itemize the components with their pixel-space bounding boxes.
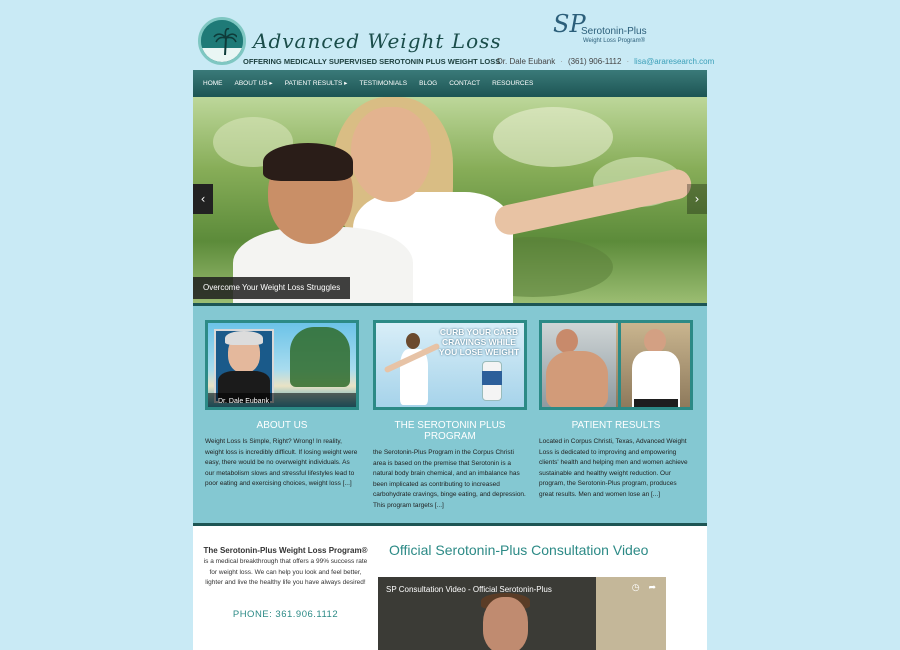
nav-item-about-us[interactable]: ABOUT US ▸ xyxy=(229,70,279,97)
sp-logo-name: Serotonin-Plus xyxy=(581,26,647,37)
hero-man-hair xyxy=(263,143,353,181)
about-us-image-caption: Dr. Dale Eubank xyxy=(218,398,269,405)
site-header: Advanced Weight Loss OFFERING MEDICALLY … xyxy=(193,0,714,70)
video-heading: Official Serotonin-Plus Consultation Vid… xyxy=(389,542,649,558)
video-presenter-face xyxy=(483,597,528,650)
nav-item-patient-results[interactable]: PATIENT RESULTS ▸ xyxy=(279,70,354,97)
slider-prev-arrow-icon[interactable]: ‹ xyxy=(193,184,213,214)
promo-block: The Serotonin-Plus Weight Loss Program® … xyxy=(203,546,368,620)
brand-title[interactable]: Advanced Weight Loss xyxy=(253,29,502,53)
doctor-name: Dr. Dale Eubank xyxy=(497,57,556,66)
serotonin-plus-logo[interactable]: SP Serotonin-Plus Weight Loss Program® xyxy=(553,10,663,48)
promo-phone[interactable]: PHONE: 361.906.1112 xyxy=(203,609,368,620)
header-phone[interactable]: (361) 906-1112 xyxy=(568,57,622,66)
palm-logo-icon[interactable] xyxy=(198,17,246,65)
video-title[interactable]: SP Consultation Video - Official Seroton… xyxy=(386,585,552,594)
slider-next-arrow-icon[interactable]: › xyxy=(687,184,707,214)
feature-about-us: Dr. Dale Eubank ABOUT US Weight Loss Is … xyxy=(205,320,359,490)
about-us-image[interactable]: Dr. Dale Eubank xyxy=(205,320,359,410)
consultation-video-player[interactable]: SP Consultation Video - Official Seroton… xyxy=(378,577,666,650)
sp-logo-subtitle: Weight Loss Program® xyxy=(583,38,646,44)
feature-serotonin-program: CURB YOUR CARB CRAVINGS WHILE YOU LOSE W… xyxy=(373,320,527,511)
feature-patient-results: PATIENT RESULTS Located in Corpus Christ… xyxy=(539,320,693,500)
serotonin-program-text: the Serotonin-Plus Program in the Corpus… xyxy=(373,449,526,509)
video-toolbar: ◷ ➦ xyxy=(632,583,656,593)
hero-woman-face xyxy=(351,107,431,202)
bottom-section: The Serotonin-Plus Weight Loss Program® … xyxy=(193,523,707,650)
serotonin-program-image[interactable]: CURB YOUR CARB CRAVINGS WHILE YOU LOSE W… xyxy=(373,320,527,410)
about-us-title[interactable]: ABOUT US xyxy=(205,420,359,431)
nav-item-testimonials[interactable]: TESTIMONIALS xyxy=(353,70,413,97)
nav-item-home[interactable]: HOME xyxy=(197,70,229,97)
header-email-link[interactable]: lisa@araresearch.com xyxy=(634,57,714,66)
watch-later-clock-icon[interactable]: ◷ xyxy=(632,583,640,593)
share-arrow-icon[interactable]: ➦ xyxy=(648,583,656,593)
contact-line: Dr. Dale Eubank · (361) 906-1112 · lisa@arar… xyxy=(497,57,715,66)
brand-tagline: OFFERING MEDICALLY SUPERVISED SEROTONIN … xyxy=(243,57,501,66)
nav-item-contact[interactable]: CONTACT xyxy=(443,70,486,97)
main-nav: HOME ABOUT US ▸ PATIENT RESULTS ▸ TESTIM… xyxy=(193,70,707,97)
about-us-text: Weight Loss Is Simple, Right? Wrong! In … xyxy=(205,438,358,487)
nav-item-blog[interactable]: BLOG xyxy=(413,70,443,97)
promo-text: is a medical breakthrough that offers a … xyxy=(203,558,368,586)
program-image-headline: CURB YOUR CARB CRAVINGS WHILE YOU LOSE W… xyxy=(438,327,520,357)
promo-title: The Serotonin-Plus Weight Loss Program® xyxy=(203,546,368,555)
serotonin-program-title[interactable]: THE SEROTONIN PLUS PROGRAM xyxy=(373,420,527,442)
hero-slider[interactable]: ‹ › Overcome Your Weight Loss Struggles xyxy=(193,97,707,303)
nav-item-resources[interactable]: RESOURCES xyxy=(486,70,539,97)
patient-results-title[interactable]: PATIENT RESULTS xyxy=(539,420,693,431)
patient-results-text: Located in Corpus Christi, Texas, Advanc… xyxy=(539,438,688,498)
features-section: Dr. Dale Eubank ABOUT US Weight Loss Is … xyxy=(193,303,707,523)
patient-results-image[interactable] xyxy=(539,320,693,410)
page-wrapper: Advanced Weight Loss OFFERING MEDICALLY … xyxy=(193,0,714,650)
hero-caption[interactable]: Overcome Your Weight Loss Struggles xyxy=(193,277,351,299)
